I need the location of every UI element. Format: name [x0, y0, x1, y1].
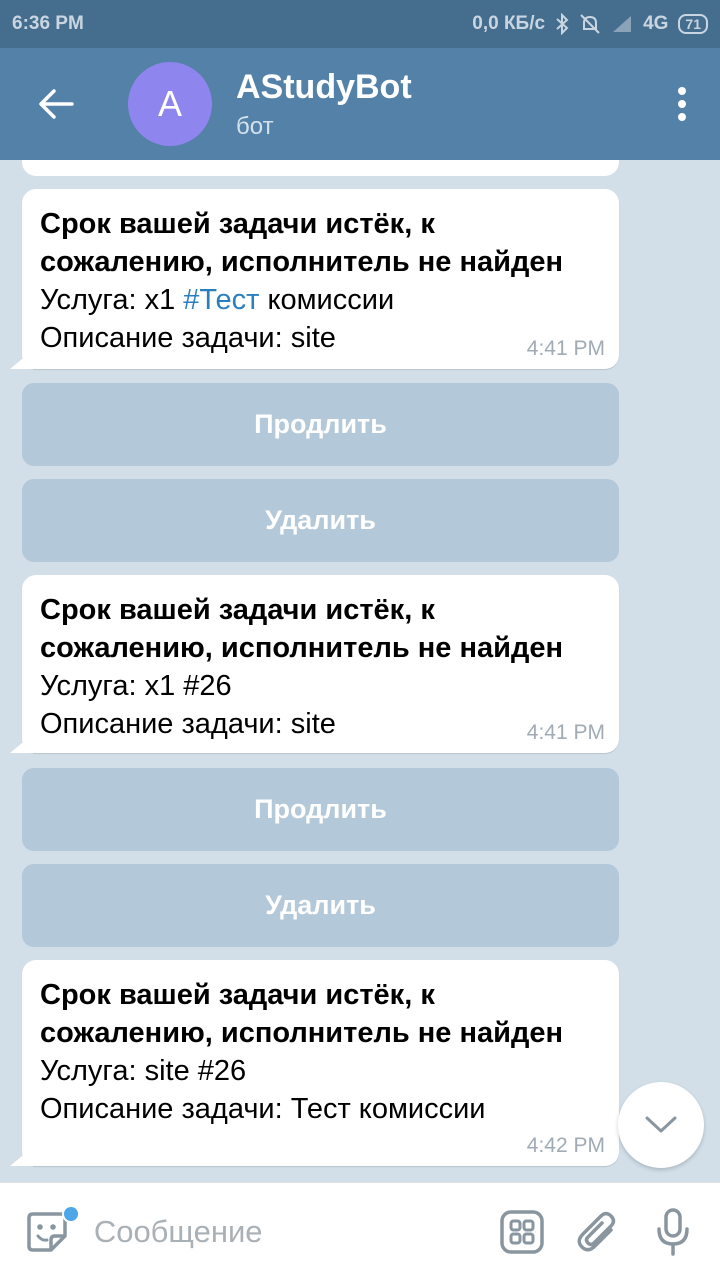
notification-dot — [62, 1204, 80, 1223]
message-input-bar — [0, 1182, 720, 1280]
message-time: 4:41 PM — [526, 721, 605, 744]
network-speed: 0,0 КБ/с — [472, 13, 546, 34]
message-heading: Срок вашей задачи истёк, к сожалению, ис… — [40, 208, 563, 278]
grid-icon — [499, 1209, 544, 1254]
chat-header: A AStudyBot бот — [0, 48, 720, 160]
mute-icon — [579, 13, 601, 35]
message-service: Услуга: x1 #Тест комиссии — [40, 281, 601, 319]
status-time: 6:36 PM — [12, 13, 84, 34]
message-heading: Срок вашей задачи истёк, к сожалению, ис… — [40, 979, 563, 1049]
attach-button[interactable] — [569, 1183, 627, 1280]
message-service: Услуга: site #26 — [40, 1055, 247, 1087]
more-vertical-icon — [678, 87, 686, 121]
message-bubble[interactable]: Срок вашей задачи истёк, к сожалению, ис… — [22, 960, 619, 1166]
extend-button[interactable]: Продлить — [22, 383, 619, 466]
message-input[interactable] — [93, 1213, 493, 1250]
microphone-icon — [657, 1207, 689, 1256]
message-description: Описание задачи: Тест комиссии — [40, 1093, 486, 1125]
message-description: Описание задачи: site — [40, 322, 336, 354]
message-time: 4:42 PM — [526, 1134, 605, 1157]
hashtag-link[interactable]: #Тест — [183, 284, 259, 316]
paperclip-icon — [577, 1211, 616, 1251]
chat-title: AStudyBot — [236, 67, 412, 106]
extend-button[interactable]: Продлить — [22, 768, 619, 851]
chevron-down-icon — [645, 1116, 677, 1133]
scroll-down-button[interactable] — [618, 1082, 704, 1168]
bot-commands-button[interactable] — [493, 1183, 551, 1280]
network-type: 4G — [643, 13, 669, 34]
message-service: Услуга: x1 #26 — [40, 670, 232, 702]
back-button[interactable] — [0, 48, 112, 160]
arrow-left-icon — [39, 89, 74, 119]
message-bubble[interactable]: Срок вашей задачи истёк, к сожалению, ис… — [22, 189, 619, 369]
previous-message-bubble — [22, 160, 619, 176]
status-indicators: 0,0 КБ/с 4G 71 — [472, 13, 708, 35]
delete-button[interactable]: Удалить — [22, 479, 619, 562]
message-heading: Срок вашей задачи истёк, к сожалению, ис… — [40, 594, 563, 664]
more-menu-button[interactable] — [650, 48, 714, 160]
chat-messages[interactable]: Срок вашей задачи истёк, к сожалению, ис… — [0, 160, 720, 1182]
delete-button[interactable]: Удалить — [22, 864, 619, 947]
voice-message-button[interactable] — [644, 1183, 702, 1280]
message-bubble[interactable]: Срок вашей задачи истёк, к сожалению, ис… — [22, 575, 619, 753]
chat-subtitle: бот — [236, 112, 274, 140]
signal-icon — [611, 14, 633, 34]
service-text: Услуга: x1 — [40, 284, 184, 316]
battery-indicator: 71 — [678, 14, 708, 34]
sticker-button[interactable] — [0, 1183, 94, 1280]
message-description: Описание задачи: site — [40, 708, 336, 740]
status-bar: 6:36 PM 0,0 КБ/с 4G 71 — [0, 0, 720, 48]
bluetooth-icon — [555, 13, 569, 35]
service-text-suffix: комиссии — [259, 284, 395, 316]
message-time: 4:41 PM — [526, 337, 605, 360]
avatar[interactable]: A — [128, 62, 212, 146]
chat-info[interactable]: AStudyBot бот — [236, 68, 650, 141]
